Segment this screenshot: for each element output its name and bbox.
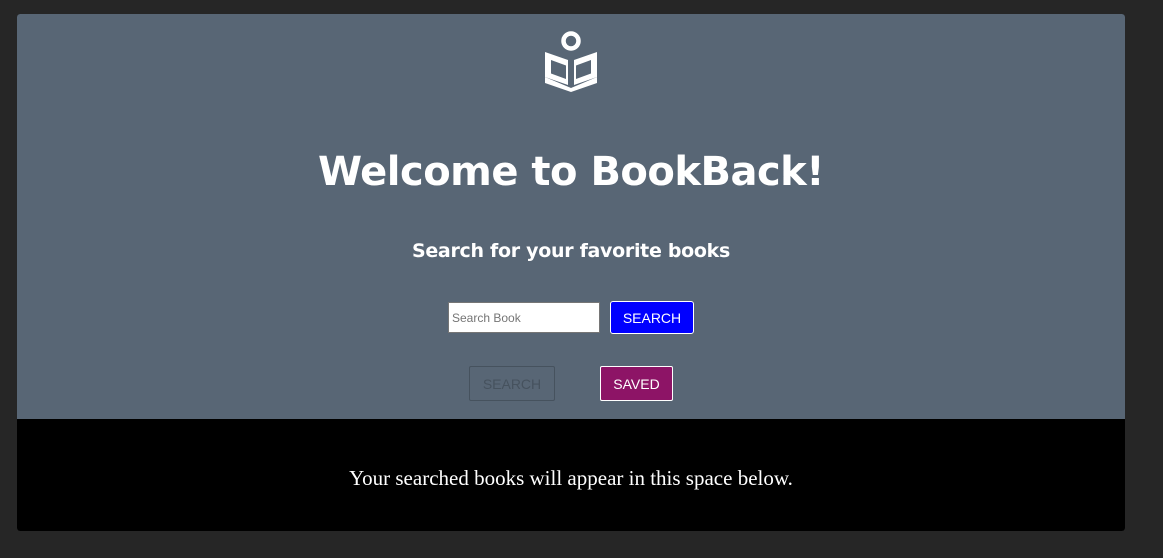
hero-section: Welcome to BookBack! Search for your fav… <box>17 14 1125 419</box>
page-subtitle: Search for your favorite books <box>411 240 731 262</box>
search-button[interactable]: SEARCH <box>610 301 694 334</box>
search-input[interactable] <box>448 302 600 333</box>
nav-saved-button[interactable]: SAVED <box>600 366 673 401</box>
results-placeholder-text: Your searched books will appear in this … <box>349 466 793 490</box>
reader-book-icon <box>545 31 597 92</box>
nav-search-button[interactable]: SEARCH <box>469 366 555 401</box>
page-title: Welcome to BookBack! <box>317 149 825 195</box>
app-container: Welcome to BookBack! Search for your fav… <box>17 14 1125 531</box>
results-section: Your searched books will appear in this … <box>17 419 1125 531</box>
